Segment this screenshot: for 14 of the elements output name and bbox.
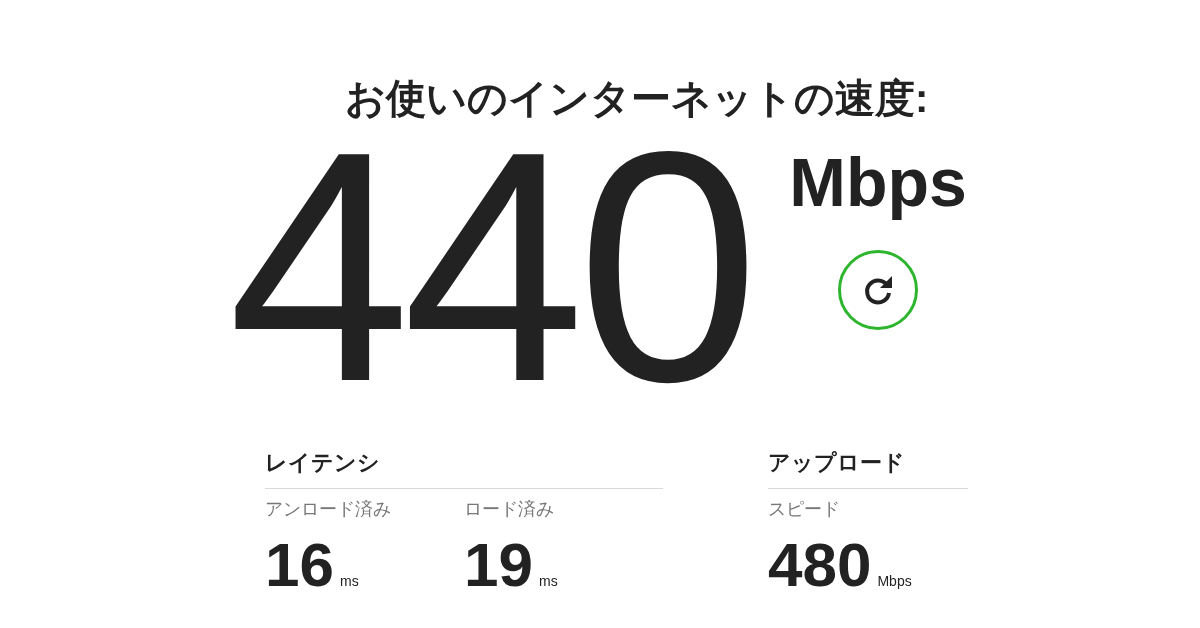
metric-label: ロード済み	[464, 498, 555, 521]
speed-value: 440	[228, 122, 752, 412]
metric-value: 480	[768, 533, 872, 597]
metric-label: スピード	[768, 498, 841, 521]
metric-value: 16	[265, 533, 334, 597]
metric-value: 19	[464, 533, 533, 597]
section-heading: レイテンシ	[265, 448, 663, 489]
speed-unit: Mbps	[789, 144, 967, 220]
metric-label: アンロード済み	[265, 498, 392, 521]
metric-unit: Mbps	[877, 573, 912, 589]
section-heading: アップロード	[768, 448, 968, 489]
metric-unit: ms	[538, 573, 558, 589]
page-title: お使いのインターネットの速度:	[344, 75, 930, 122]
metric-unit: ms	[339, 573, 359, 589]
